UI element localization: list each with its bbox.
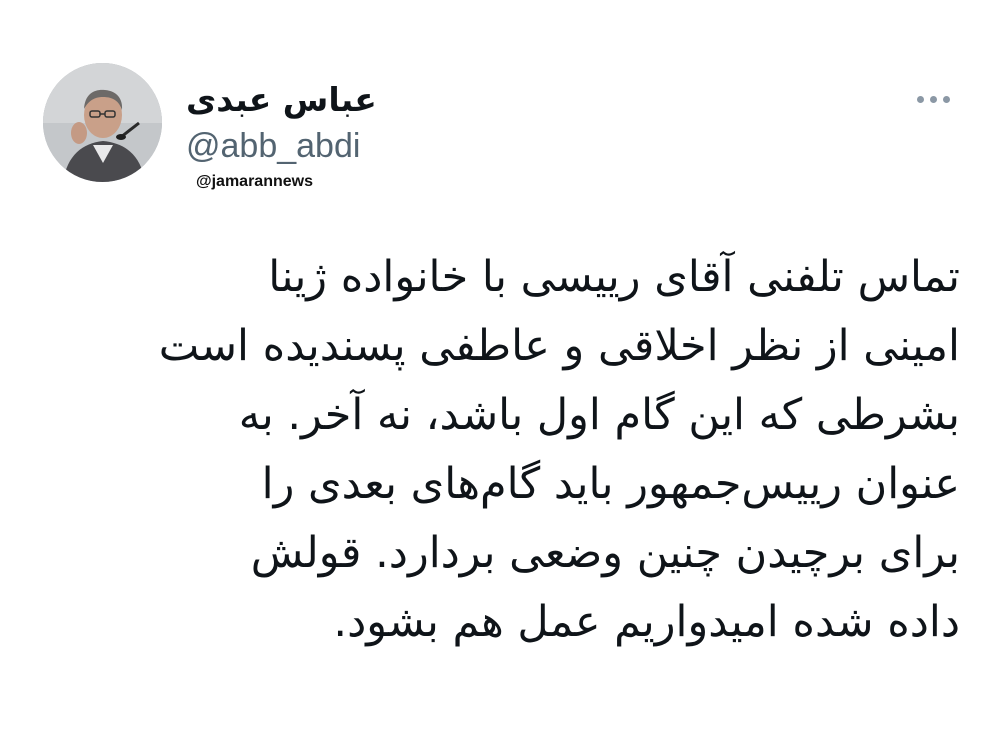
author-display-name[interactable]: عباس عبدی: [186, 78, 386, 122]
person-speaking-microphone-avatar-icon: [43, 63, 162, 182]
more-options-button[interactable]: [905, 82, 961, 116]
author-avatar[interactable]: [43, 63, 162, 182]
tweet-text-line: تماس تلفنی آقای رییسی با خانواده ژینا: [268, 252, 960, 302]
more-horizontal-icon-dot: [942, 95, 950, 103]
more-horizontal-icon: [916, 95, 924, 103]
tweet-text-line: عنوان رییس‌جمهور باید گام‌های بعدی را: [261, 459, 960, 509]
source-watermark: @jamarannews: [196, 173, 313, 190]
tweet-text-line: امینی از نظر اخلاقی و عاطفی پسندیده است: [158, 321, 960, 371]
author-handle[interactable]: @abb_abdi: [186, 126, 360, 166]
tweet-text-line: برای برچیدن چنین وضعی بردارد. قولش: [250, 528, 960, 578]
tweet-card: عباس عبدی @abb_abdi @jamarannews تماس تل…: [0, 0, 1000, 731]
tweet-text-line: داده شده امیدواریم عمل هم بشود.: [333, 597, 960, 647]
tweet-text-line: بشرطی که این گام اول باشد، نه آخر. به: [238, 390, 960, 440]
more-horizontal-icon-dot: [929, 95, 937, 103]
tweet-text: تماس تلفنی آقای رییسی با خانواده ژینا ام…: [40, 243, 960, 657]
